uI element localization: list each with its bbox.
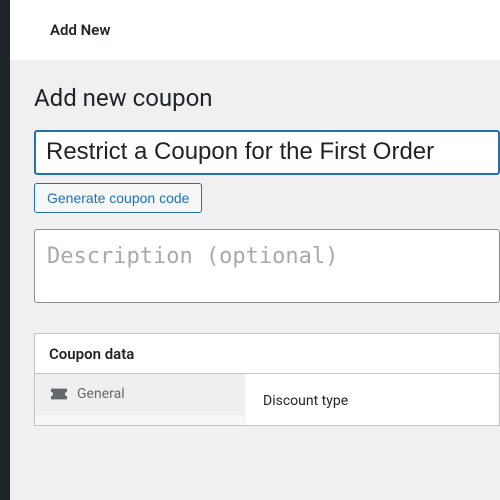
- topbar-title: Add New: [50, 21, 110, 39]
- panel-title: Coupon data: [49, 345, 134, 363]
- discount-type-label: Discount type: [263, 393, 348, 409]
- coupon-data-panel: Coupon data General Discount type: [34, 333, 500, 426]
- generate-coupon-code-button[interactable]: Generate coupon code: [34, 183, 202, 213]
- page-title: Add new coupon: [34, 84, 500, 112]
- panel-fields: Discount type: [245, 374, 499, 425]
- coupon-description-input[interactable]: [34, 229, 500, 303]
- topbar: Add New: [10, 0, 500, 60]
- content-area: Add new coupon Generate coupon code Coup…: [10, 60, 500, 500]
- ticket-icon: [51, 388, 67, 400]
- tab-label: General: [77, 386, 125, 402]
- panel-header: Coupon data: [35, 334, 499, 374]
- tab-general[interactable]: General: [35, 374, 244, 415]
- panel-body: General Discount type: [35, 374, 499, 425]
- coupon-title-input[interactable]: [34, 130, 500, 175]
- panel-tabs: General: [35, 374, 245, 425]
